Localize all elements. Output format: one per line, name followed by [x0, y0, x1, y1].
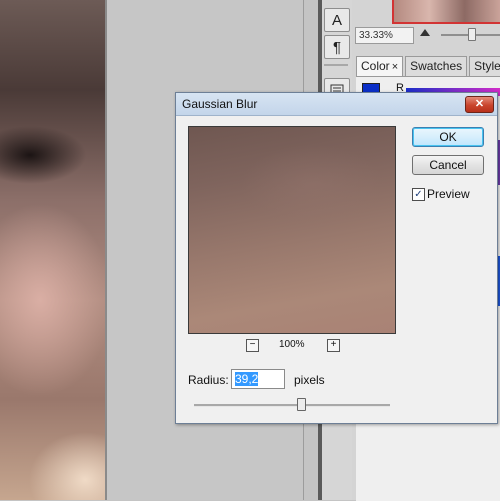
paragraph-glyph: ¶ — [332, 38, 342, 56]
zoom-slider-thumb[interactable] — [468, 28, 476, 41]
type-tool-glyph: A — [331, 11, 342, 29]
tab-color[interactable]: Color × — [356, 56, 404, 76]
close-icon: ✕ — [474, 98, 485, 110]
tab-styles-label: Style: — [474, 59, 500, 73]
tab-color-label: Color — [361, 59, 390, 73]
tab-close-icon[interactable]: × — [392, 61, 398, 73]
tool-separator — [324, 64, 348, 66]
close-button[interactable]: ✕ — [465, 96, 494, 113]
preview-zoom-out-button[interactable]: − — [246, 339, 259, 352]
dialog-title: Gaussian Blur — [182, 97, 258, 111]
radius-slider-thumb[interactable] — [297, 398, 307, 411]
dialog-titlebar[interactable]: Gaussian Blur ✕ — [176, 93, 497, 116]
gaussian-blur-dialog: Gaussian Blur ✕ − 100% + OK Cancel ✓ Pre… — [175, 92, 498, 424]
blur-preview[interactable] — [188, 126, 396, 334]
tab-styles[interactable]: Style: — [469, 56, 500, 76]
paragraph-icon[interactable]: ¶ — [324, 35, 350, 59]
radius-label: Radius: — [188, 373, 229, 387]
type-tool-icon[interactable]: A — [324, 8, 350, 32]
preview-checkbox-label[interactable]: Preview — [427, 187, 470, 201]
tab-swatches[interactable]: Swatches — [405, 56, 468, 76]
radius-unit-label: pixels — [294, 373, 325, 387]
radius-slider-track[interactable] — [194, 404, 390, 407]
panel-tab-bar: Color× Swatches Style: — [356, 56, 500, 76]
radius-input[interactable]: 39,2 — [231, 369, 285, 389]
document-canvas[interactable] — [0, 0, 106, 500]
zoom-level-field[interactable]: 33.33% — [355, 27, 414, 44]
cancel-button[interactable]: Cancel — [412, 155, 484, 175]
preview-zoom-level: 100% — [279, 339, 305, 350]
zoom-out-mountain-icon[interactable] — [420, 28, 430, 39]
navigator-thumbnail[interactable] — [392, 0, 500, 24]
preview-checkbox[interactable]: ✓ — [412, 188, 425, 201]
radius-value: 39,2 — [235, 372, 259, 386]
ok-button[interactable]: OK — [412, 127, 484, 147]
preview-zoom-in-button[interactable]: + — [327, 339, 340, 352]
checkmark-icon: ✓ — [414, 189, 423, 200]
tab-swatches-label: Swatches — [410, 59, 463, 73]
